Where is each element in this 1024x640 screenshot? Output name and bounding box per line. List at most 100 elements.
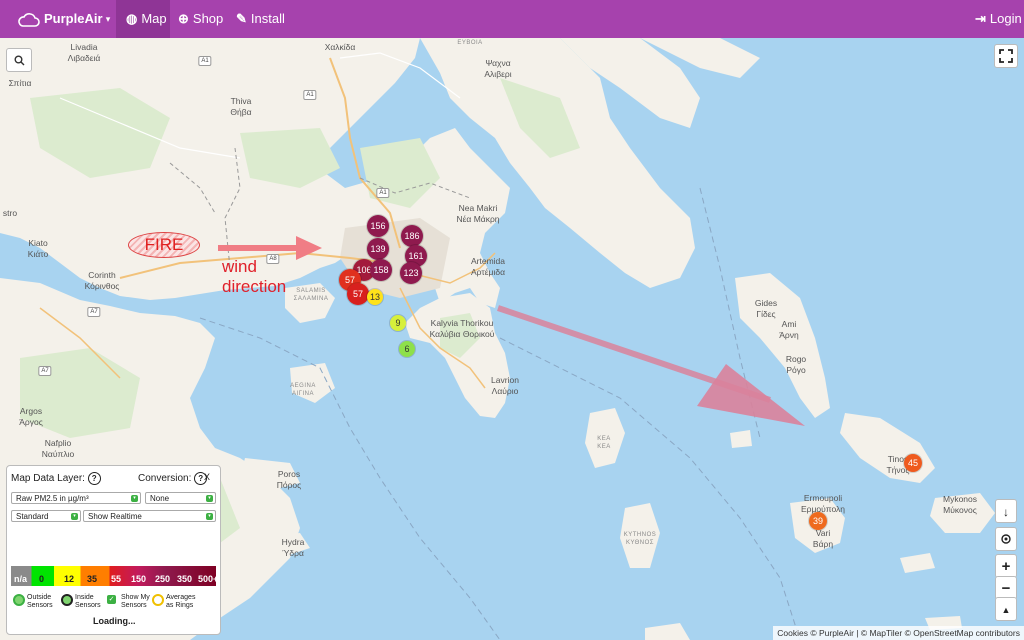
chevron-down-icon: ▾ bbox=[206, 495, 213, 502]
plus-icon: + bbox=[1001, 558, 1011, 575]
place-label: Argos bbox=[19, 406, 43, 416]
sensor-marker[interactable]: 45 bbox=[904, 454, 922, 472]
place-label: Μύκονος bbox=[943, 505, 977, 515]
place-label: Artemida bbox=[470, 256, 506, 266]
conversion-select[interactable]: None ▾ bbox=[145, 492, 216, 504]
place-label: Hydra bbox=[281, 537, 305, 547]
place-label: Άρνη bbox=[779, 330, 799, 340]
place-label: Nea Makri bbox=[458, 203, 498, 213]
map-data-layer-panel: Map Data Layer: ? Conversion: ? X Raw PM… bbox=[6, 465, 221, 635]
sensor-marker[interactable]: 158 bbox=[370, 259, 392, 281]
globe-icon: ◍ bbox=[126, 11, 138, 26]
place-label: Γίδες bbox=[756, 309, 776, 319]
highway-shield: A1 bbox=[303, 90, 317, 100]
cloud-icon bbox=[18, 12, 40, 27]
place-label: Ermoupoli bbox=[803, 493, 843, 503]
place-label: Ρόγο bbox=[786, 365, 806, 375]
place-label: Αλιβερι bbox=[484, 69, 512, 79]
conversion-label: Conversion: bbox=[138, 473, 192, 485]
wrench-icon: ✎ bbox=[236, 11, 247, 26]
place-label: Λαύριο bbox=[491, 386, 519, 396]
nav-shop[interactable]: ⊕ Shop bbox=[178, 0, 223, 38]
plus-circle-icon: ⊕ bbox=[178, 11, 189, 26]
minus-icon: − bbox=[1001, 580, 1011, 597]
toggle-circle-icon bbox=[61, 594, 73, 606]
brand-dropdown-toggle[interactable]: ▾ bbox=[100, 0, 116, 38]
download-icon: ↓ bbox=[1003, 505, 1009, 519]
place-label: Thiva bbox=[230, 96, 252, 106]
place-label: Livadia bbox=[70, 42, 98, 52]
locate-button[interactable] bbox=[995, 527, 1017, 551]
place-label: Καλύβια Θορικού bbox=[429, 329, 495, 339]
brand-link[interactable]: PurpleAir bbox=[18, 0, 103, 38]
place-label: ΚΕΑ bbox=[597, 444, 611, 450]
sensor-marker[interactable]: 6 bbox=[399, 341, 415, 357]
place-label: Ψαχνα bbox=[485, 58, 511, 68]
place-label: Νέα Μάκρη bbox=[456, 214, 500, 224]
nav-install[interactable]: ✎ Install bbox=[236, 0, 285, 38]
legend-tick: 12 bbox=[64, 574, 75, 584]
place-label: Λιβαδειά bbox=[67, 53, 101, 63]
sensor-marker[interactable]: 139 bbox=[367, 238, 389, 260]
time-select[interactable]: Show Realtime ▾ bbox=[83, 510, 216, 522]
locate-icon bbox=[1001, 534, 1011, 544]
sensor-marker[interactable]: 123 bbox=[400, 262, 422, 284]
place-label: Κόρινθος bbox=[84, 281, 120, 291]
chevron-down-icon: ▾ bbox=[71, 513, 78, 520]
option-label: Inside Sensors bbox=[75, 594, 101, 609]
place-label: Mykonos bbox=[942, 494, 978, 504]
layer-select[interactable]: Raw PM2.5 in µg/m³ ▾ bbox=[11, 492, 141, 504]
legend-tick: 500+ bbox=[198, 574, 219, 584]
place-label: ΣΑΛΑΜΙΝΑ bbox=[293, 296, 329, 302]
fullscreen-icon bbox=[999, 49, 1013, 63]
color-legend: n/a 0 12 35 55 150 250 350 500+ bbox=[11, 566, 219, 586]
north-button[interactable]: ▲ bbox=[995, 597, 1017, 621]
fullscreen-button[interactable] bbox=[994, 44, 1018, 68]
wind-label-line1: wind bbox=[222, 257, 257, 276]
conversion-select-value: None bbox=[150, 494, 170, 503]
nav-map[interactable]: ◍ Map bbox=[116, 0, 170, 38]
zoom-in-button[interactable]: + bbox=[995, 554, 1017, 578]
place-label: Κιάτο bbox=[27, 249, 49, 259]
sensor-marker[interactable]: 156 bbox=[367, 215, 389, 237]
close-button[interactable]: X bbox=[204, 472, 210, 482]
chevron-down-icon: ▾ bbox=[131, 495, 138, 502]
legend-tick: 350 bbox=[177, 574, 193, 584]
highway-shield: A1 bbox=[198, 56, 212, 66]
sensor-marker[interactable]: 9 bbox=[390, 315, 406, 331]
place-label: Nafplio bbox=[44, 438, 72, 448]
place-label: Lavrion bbox=[491, 375, 519, 385]
legend-tick: n/a bbox=[14, 574, 28, 584]
wind-label-line2: direction bbox=[222, 277, 287, 296]
place-label: Poros bbox=[277, 469, 301, 479]
place-label: Rogo bbox=[785, 354, 807, 364]
place-label: Ami bbox=[781, 319, 797, 329]
top-nav: PurpleAir ▾ ◍ Map ⊕ Shop ✎ Install ⇥ Login bbox=[0, 0, 1024, 38]
sensor-marker[interactable]: 57 bbox=[347, 283, 369, 305]
sensor-marker[interactable]: 186 bbox=[401, 225, 423, 247]
place-label: ΚΥΘΝΟΣ bbox=[625, 540, 655, 546]
search-button[interactable] bbox=[6, 48, 32, 72]
style-select[interactable]: Standard ▾ bbox=[11, 510, 81, 522]
place-label: Πόρος bbox=[276, 480, 302, 490]
place-label: ΕΥΒΟΙΑ bbox=[457, 40, 483, 46]
nav-login[interactable]: ⇥ Login bbox=[975, 0, 1022, 38]
download-button[interactable]: ↓ bbox=[995, 499, 1017, 523]
checkmark-icon: ✓ bbox=[107, 595, 116, 604]
search-icon bbox=[14, 55, 24, 66]
legend-tick: 55 bbox=[111, 574, 122, 584]
legend-tick: 0 bbox=[39, 574, 45, 584]
place-label: Αρτέμιδα bbox=[471, 267, 505, 277]
ring-icon bbox=[152, 594, 164, 606]
place-label: Ναύπλιο bbox=[41, 449, 75, 459]
place-label: Kiato bbox=[28, 238, 48, 248]
sensor-marker[interactable]: 39 bbox=[809, 512, 827, 530]
place-label: Σπίτια bbox=[8, 78, 32, 88]
place-label: Ύδρα bbox=[282, 548, 304, 558]
map-attribution[interactable]: Cookies © PurpleAir | © MapTiler © OpenS… bbox=[773, 626, 1024, 640]
help-icon[interactable]: ? bbox=[87, 472, 101, 485]
highway-shield: A7 bbox=[38, 366, 52, 376]
panel-title: Map Data Layer: bbox=[11, 473, 85, 485]
sensor-marker[interactable]: 13 bbox=[367, 289, 383, 305]
nav-shop-label: Shop bbox=[192, 11, 224, 26]
